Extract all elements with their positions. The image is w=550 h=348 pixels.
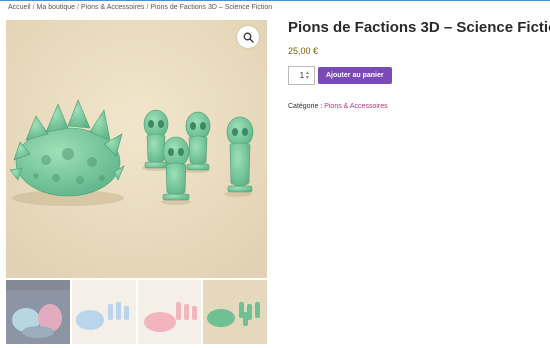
product-main-image[interactable] <box>6 20 267 278</box>
thumbnail-image-blue <box>71 280 136 344</box>
product-title: Pions de Factions 3D – Science Fiction <box>288 19 550 36</box>
thumbnail-image-pink <box>137 280 202 344</box>
product-photo-green-pieces <box>6 20 267 278</box>
add-to-cart-form: 1 ▲ ▼ Ajouter au panier <box>288 66 392 85</box>
thumbnail-4[interactable] <box>203 280 267 344</box>
product-meta: Catégorie : Pions & Accessoires <box>288 103 388 110</box>
top-divider <box>0 0 550 1</box>
category-label: Catégorie : <box>288 103 323 110</box>
thumbnail-2[interactable] <box>71 280 136 344</box>
quantity-stepper[interactable]: 1 ▲ ▼ <box>288 66 315 85</box>
breadcrumb: Accueil / Ma boutique / Pions & Accessoires /… <box>8 4 272 11</box>
product-summary: Pions de Factions 3D – Science Fiction 2… <box>288 18 550 56</box>
spinner-arrows-icon[interactable]: ▲ ▼ <box>305 70 310 81</box>
breadcrumb-separator: / <box>146 4 149 11</box>
thumbnail-strip <box>6 280 267 344</box>
thumbnail-3[interactable] <box>137 280 202 344</box>
quantity-value: 1 <box>299 71 305 80</box>
search-icon <box>243 32 254 43</box>
thumbnail-image-cover <box>6 280 70 344</box>
breadcrumb-shop[interactable]: Ma boutique <box>37 4 76 11</box>
zoom-button[interactable] <box>237 26 259 48</box>
breadcrumb-separator: / <box>77 4 80 11</box>
breadcrumb-category[interactable]: Pions & Accessoires <box>81 4 144 11</box>
thumbnail-1[interactable] <box>6 280 70 344</box>
category-link[interactable]: Pions & Accessoires <box>324 103 387 110</box>
thumbnail-image-green <box>203 280 267 344</box>
add-to-cart-button[interactable]: Ajouter au panier <box>318 67 392 84</box>
breadcrumb-home[interactable]: Accueil <box>8 4 31 11</box>
product-price: 25,00 € <box>288 46 319 56</box>
breadcrumb-current: Pions de Factions 3D – Science Fiction <box>150 4 273 11</box>
breadcrumb-separator: / <box>32 4 35 11</box>
